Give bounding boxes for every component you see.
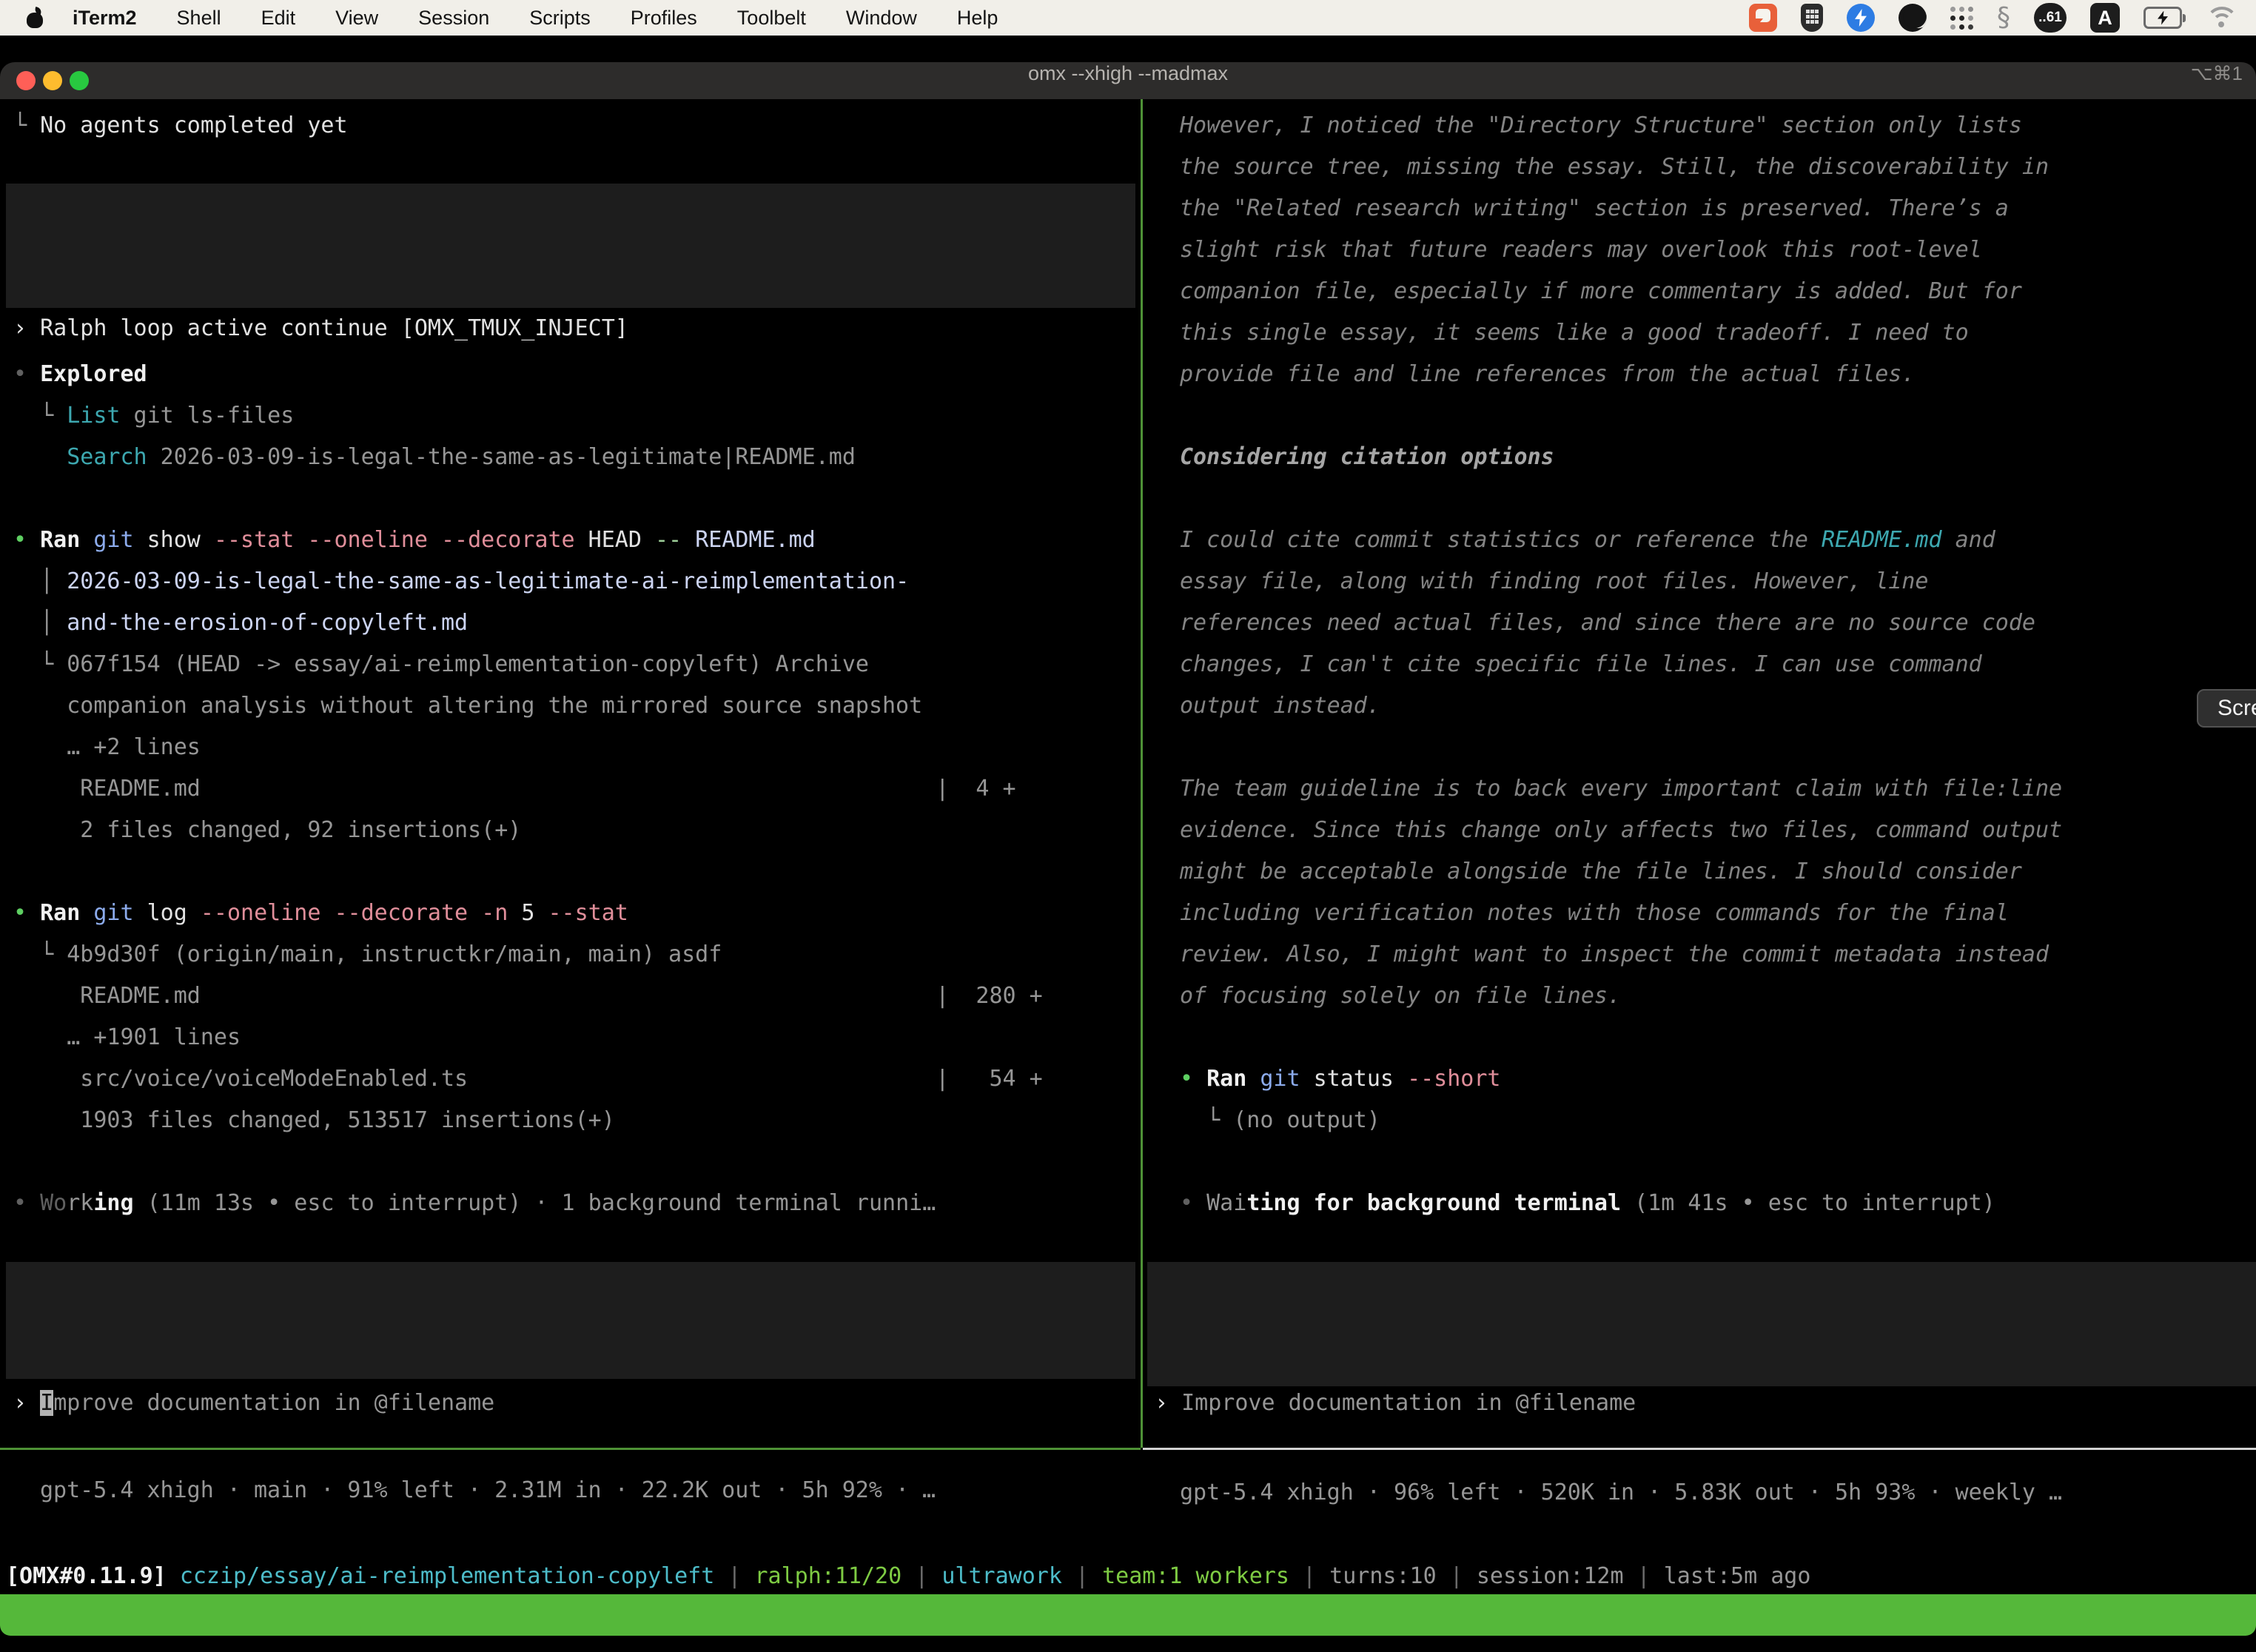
menu-item-help[interactable]: Help	[957, 7, 998, 30]
terminal-line: Search 2026-03-09-is-legal-the-same-as-l…	[13, 437, 1043, 478]
window-shortcut-hint: ⌥⌘1	[2191, 62, 2243, 85]
left-pane-transcript: • Explored └ List git ls-files Search 20…	[13, 354, 1043, 1224]
ralph-loop-banner: › Ralph loop active continue [OMX_TMUX_I…	[6, 184, 1135, 308]
tmux-status-bar: [omx-cczip0:bash* "MacBook-Pro-44.local"…	[0, 1594, 2256, 1636]
terminal-line: └ 067f154 (HEAD -> essay/ai-reimplementa…	[13, 644, 1043, 685]
menu-item-iterm2[interactable]: iTerm2	[73, 7, 137, 30]
macos-menu-bar: iTerm2 Shell Edit View Session Scripts P…	[0, 0, 2256, 36]
terminal-line: 1903 files changed, 513517 insertions(+)	[13, 1100, 1043, 1141]
terminal-line: • Waiting for background terminal (1m 41…	[1180, 1183, 2062, 1224]
badge-61-icon[interactable]: ..61	[2034, 1, 2067, 34]
menu-item-session[interactable]: Session	[418, 7, 489, 30]
menu-bar-status-icons: § ..61 A	[1749, 1, 2256, 34]
blue-bolt-icon[interactable]	[1847, 1, 1875, 34]
terminal-line	[1180, 727, 2062, 768]
terminal-line: might be acceptable alongside the file l…	[1180, 851, 2062, 893]
window-title-bar: omx --xhigh --madmax ⌥⌘1	[0, 62, 2256, 99]
wifi-icon[interactable]	[2206, 1, 2237, 34]
close-window-button[interactable]	[16, 71, 36, 90]
terminal-line: Considering citation options	[1180, 437, 2062, 478]
terminal-line: companion file, especially if more comme…	[1180, 271, 2062, 312]
terminal-line: • Explored	[13, 354, 1043, 395]
right-pane-transcript: However, I noticed the "Directory Struct…	[1180, 105, 2062, 1224]
menu-item-edit[interactable]: Edit	[261, 7, 296, 30]
menu-item-shell[interactable]: Shell	[177, 7, 221, 30]
terminal-line: └ List git ls-files	[13, 395, 1043, 437]
terminal-line	[1180, 1017, 2062, 1058]
terminal-line: evidence. Since this change only affects…	[1180, 810, 2062, 851]
terminal-line: └ No agents completed yet	[13, 105, 348, 147]
terminal-line: review. Also, I might want to inspect th…	[1180, 934, 2062, 976]
battery-icon[interactable]	[2143, 1, 2182, 34]
terminal-line: output instead.	[1180, 685, 2062, 727]
terminal-line: However, I noticed the "Directory Struct…	[1180, 105, 2062, 147]
terminal-line: I could cite commit statistics or refere…	[1180, 520, 2062, 561]
screen-tooltip: Scre	[2197, 689, 2256, 728]
terminal-line: src/voice/voiceModeEnabled.ts | 54 +	[13, 1058, 1043, 1100]
terminal-line: The team guideline is to back every impo…	[1180, 768, 2062, 810]
terminal-line: │ and-the-erosion-of-copyleft.md	[13, 602, 1043, 644]
dots-grid-icon[interactable]	[1950, 1, 1973, 34]
apple-menu-icon[interactable]	[27, 7, 43, 28]
terminal-line	[13, 1141, 1043, 1183]
minimize-window-button[interactable]	[43, 71, 62, 90]
tmux-pane-divider[interactable]	[1141, 99, 1143, 1448]
squiggle-icon[interactable]: §	[1997, 1, 2010, 34]
right-prompt-box[interactable]: › Improve documentation in @filename	[1147, 1262, 2256, 1386]
terminal-line: of focusing solely on file lines.	[1180, 976, 2062, 1017]
terminal-line: … +1901 lines	[13, 1017, 1043, 1058]
terminal-line: └ 4b9d30f (origin/main, instructkr/main,…	[13, 934, 1043, 976]
letter-a-icon[interactable]: A	[2090, 1, 2120, 34]
terminal-line: … +2 lines	[13, 727, 1043, 768]
terminal-line: this single essay, it seems like a good …	[1180, 312, 2062, 354]
terminal-line: README.md | 280 +	[13, 976, 1043, 1017]
terminal-line: provide file and line references from th…	[1180, 354, 2062, 395]
menu-item-window[interactable]: Window	[846, 7, 917, 30]
terminal-line	[13, 851, 1043, 893]
terminal-line: including verification notes with those …	[1180, 893, 2062, 934]
menu-item-view[interactable]: View	[335, 7, 378, 30]
terminal-line: companion analysis without altering the …	[13, 685, 1043, 727]
terminal-line: references need actual files, and since …	[1180, 602, 2062, 644]
terminal-line: the source tree, missing the essay. Stil…	[1180, 147, 2062, 188]
terminal-line: │ 2026-03-09-is-legal-the-same-as-legiti…	[13, 561, 1043, 602]
ralph-loop-line: › Ralph loop active continue [OMX_TMUX_I…	[13, 308, 1135, 349]
zoom-window-button[interactable]	[70, 71, 89, 90]
terminal-line	[1180, 478, 2062, 520]
active-pane-bottom-border	[0, 1448, 1141, 1450]
terminal-line: 2 files changed, 92 insertions(+)	[13, 810, 1043, 851]
terminal-line	[1180, 395, 2062, 437]
left-pane-agents-note: └ No agents completed yet	[13, 105, 348, 147]
terminal-line: • Working (11m 13s • esc to interrupt) ·…	[13, 1183, 1043, 1224]
iterm2-window: omx --xhigh --madmax ⌥⌘1 └ No agents com…	[0, 62, 2256, 1636]
terminal-line: slight risk that future readers may over…	[1180, 229, 2062, 271]
terminal-line: • Ran git log --oneline --decorate -n 5 …	[13, 893, 1043, 934]
menu-item-profiles[interactable]: Profiles	[631, 7, 697, 30]
terminal-line	[1180, 1141, 2062, 1183]
crescent-icon[interactable]	[1899, 1, 1927, 34]
terminal-line: README.md | 4 +	[13, 768, 1043, 810]
menu-item-scripts[interactable]: Scripts	[529, 7, 591, 30]
terminal-line: └ (no output)	[1180, 1100, 2062, 1141]
window-title: omx --xhigh --madmax	[0, 62, 2256, 85]
terminal-line: • Ran git status --short	[1180, 1058, 2062, 1100]
terminal-line: essay file, along with finding root file…	[1180, 561, 2062, 602]
terminal-line: changes, I can't cite specific file line…	[1180, 644, 2062, 685]
terminal-area: └ No agents completed yet › Ralph loop a…	[0, 99, 2256, 1636]
terminal-line: the "Related research writing" section i…	[1180, 188, 2062, 229]
terminal-line: • Ran git show --stat --oneline --decora…	[13, 520, 1043, 561]
shield-grid-icon[interactable]	[1801, 1, 1823, 34]
terminal-line	[13, 478, 1043, 520]
left-prompt-box[interactable]: › Improve documentation in @filename	[6, 1262, 1135, 1379]
menu-item-toolbelt[interactable]: Toolbelt	[737, 7, 806, 30]
chat-app-icon[interactable]	[1749, 1, 1777, 34]
